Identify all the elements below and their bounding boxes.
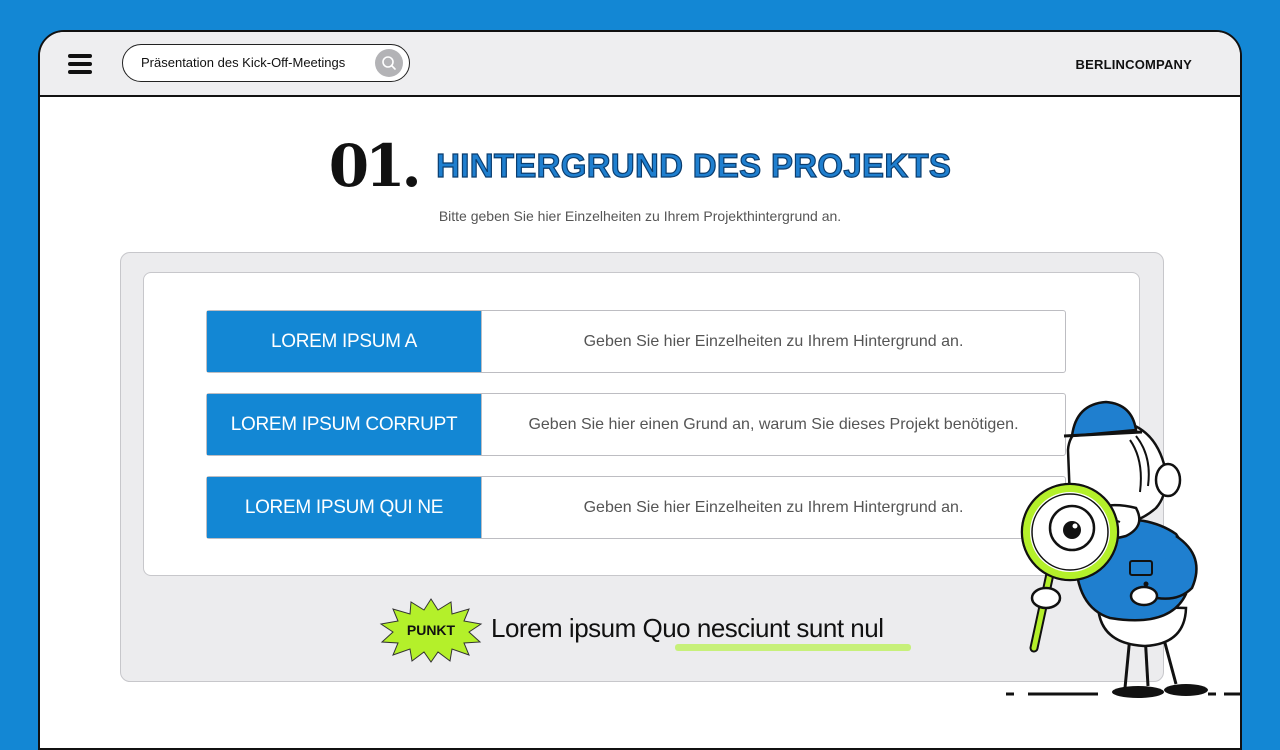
top-bar: BERLINCOMPANY [40, 32, 1240, 97]
section-number: 01. [328, 132, 422, 200]
page-subtitle: Bitte geben Sie hier Einzelheiten zu Ihr… [438, 208, 842, 224]
row-text: Geben Sie hier Einzelheiten zu Ihrem Hin… [583, 498, 964, 516]
background-row: LOREM IPSUM A Geben Sie hier Einzelheite… [206, 310, 1066, 373]
search-input[interactable] [141, 55, 361, 70]
slide-heading: 01. HINTERGRUND DES PROJEKTS [40, 132, 1240, 200]
punkt-badge-label: PUNKT [406, 622, 456, 638]
text-highlight [675, 644, 911, 651]
key-point-text: Lorem ipsum Quo nesciunt sunt nul [491, 613, 884, 643]
background-row: LOREM IPSUM CORRUPT Geben Sie hier einen… [206, 393, 1066, 456]
search-bar [122, 44, 410, 82]
search-icon [382, 56, 396, 70]
row-label: LOREM IPSUM CORRUPT [207, 394, 482, 455]
presentation-window: BERLINCOMPANY 01. HINTERGRUND DES PROJEK… [38, 30, 1242, 750]
search-button[interactable] [375, 49, 403, 77]
row-text: Geben Sie hier einen Grund an, warum Sie… [528, 415, 1019, 433]
page-title: HINTERGRUND DES PROJEKTS [436, 146, 952, 184]
detective-magnifier-illustration [1006, 400, 1240, 698]
hamburger-menu-icon[interactable] [68, 54, 92, 74]
background-row: LOREM IPSUM QUI NE Geben Sie hier Einzel… [206, 476, 1066, 539]
row-text: Geben Sie hier Einzelheiten zu Ihrem Hin… [583, 332, 964, 350]
row-label: LOREM IPSUM A [207, 311, 482, 372]
row-label: LOREM IPSUM QUI NE [207, 477, 482, 538]
brand-name: BERLINCOMPANY [1075, 57, 1192, 72]
key-point: PUNKT Lorem ipsum Quo nesciunt sunt nul [379, 597, 939, 667]
